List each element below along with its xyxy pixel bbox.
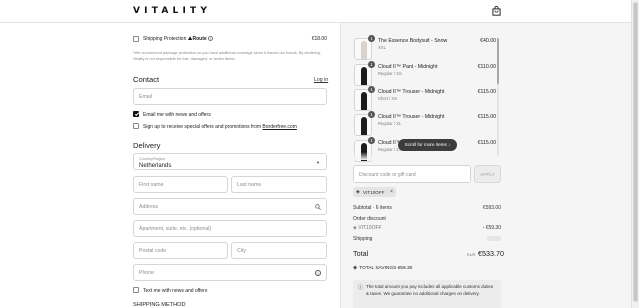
site-header: VITALITY	[0, 0, 639, 23]
total-label: Total	[353, 249, 369, 258]
product-price: €115.00	[477, 140, 496, 146]
shipping-protection-checkbox[interactable]	[133, 36, 139, 42]
city-placeholder: City	[237, 247, 246, 254]
email-news-checkbox[interactable]	[133, 111, 139, 117]
text-news-label: Text me with news and offers	[143, 287, 208, 294]
total-value: €533.70	[478, 249, 504, 258]
quantity-badge: 1	[368, 61, 375, 68]
subtotal-value: €593.00	[482, 205, 501, 211]
contact-heading: Contact	[133, 75, 160, 84]
shipping-value-placeholder	[487, 236, 501, 241]
last-name-placeholder: Last name	[237, 181, 262, 188]
product-price: €115.00	[477, 89, 496, 95]
cart-item: 1 Cloud II™ Pant - Midnight Regular / XS €1…	[354, 61, 496, 88]
cart-item: 1 Cloud II™ Trouser - Midnight Short / XS €…	[354, 86, 496, 113]
shipping-protection-label: Shipping Protection ⛰Route i	[143, 36, 214, 43]
product-variant: Regular / XL	[378, 121, 402, 126]
first-name-field[interactable]: First name	[133, 176, 228, 193]
shipping-protection-price: €18.00	[311, 36, 327, 42]
search-icon	[315, 203, 321, 210]
product-price: €115.00	[477, 114, 496, 120]
phone-placeholder: Phone	[139, 269, 155, 276]
items-fade	[350, 152, 500, 160]
borderfree-checkbox[interactable]	[133, 123, 139, 129]
quantity-badge: 1	[368, 35, 375, 42]
quantity-badge: 1	[368, 86, 375, 93]
discount-input[interactable]: Discount code or gift card	[353, 165, 471, 183]
product-name: Cloud II™ Trouser - Midnight	[378, 114, 445, 120]
duties-info-text: The total amount you pay includes all ap…	[366, 284, 494, 296]
postal-code-field[interactable]: Postal code	[133, 242, 228, 259]
applied-discount-tag: ◈ VIT10OFF ×	[353, 187, 396, 197]
product-variant: Short / XS	[378, 96, 398, 101]
first-name-placeholder: First name	[139, 181, 164, 188]
borderfree-link[interactable]: Borderfree.com	[262, 124, 296, 130]
phone-field[interactable]: Phone ?	[133, 264, 327, 281]
country-select[interactable]: Country/Region Netherlands ▼	[133, 153, 327, 170]
remove-discount-icon[interactable]: ×	[390, 189, 393, 195]
postal-code-placeholder: Postal code	[139, 247, 167, 254]
apartment-field[interactable]: Apartment, suite, etc. (optional)	[133, 220, 327, 237]
apply-button[interactable]: APPLY	[474, 165, 501, 183]
address-placeholder: Address	[139, 203, 159, 210]
cart-item: 1 The Essence Bodysuit - Snow XXL €40.00	[354, 35, 496, 62]
savings-tag-icon: ◈	[353, 265, 358, 271]
email-field[interactable]: Email	[133, 88, 327, 105]
info-icon: ⓘ	[358, 285, 364, 291]
order-discount-label: Order discount	[353, 216, 386, 222]
apartment-placeholder: Apartment, suite, etc. (optional)	[139, 225, 212, 232]
product-price: €110.00	[477, 64, 496, 70]
tag-icon: ◈	[356, 188, 360, 195]
product-variant: Regular / XS	[378, 71, 402, 76]
email-news-label: Email me with news and offers	[143, 111, 211, 118]
scroll-more-pill[interactable]: Scroll for more items ↓	[398, 139, 457, 151]
items-scrollbar[interactable]	[497, 38, 499, 156]
tag-icon: ◈	[353, 225, 357, 231]
text-news-checkbox[interactable]	[133, 287, 139, 293]
shipping-protection-row[interactable]: Shipping Protection ⛰Route i €18.00	[133, 35, 327, 45]
help-icon[interactable]: ?	[315, 269, 321, 276]
chevron-down-icon: ▼	[316, 160, 320, 165]
country-label: Country/Region	[139, 157, 166, 161]
quantity-badge: 1	[368, 137, 375, 144]
info-icon[interactable]: i	[208, 36, 214, 42]
email-placeholder: Email	[139, 93, 152, 100]
order-discount-value: - €59.30	[482, 225, 501, 231]
shopping-bag-icon[interactable]	[492, 6, 501, 16]
arrow-down-icon: ↓	[448, 142, 451, 147]
login-link[interactable]: Log in	[314, 77, 328, 83]
product-variant: XXL	[378, 45, 386, 50]
country-value: Netherlands	[139, 163, 172, 169]
discount-placeholder: Discount code or gift card	[359, 171, 416, 178]
city-field[interactable]: City	[231, 242, 327, 259]
product-name: Cloud II™ Trouser - Midnight	[378, 89, 445, 95]
duties-info-box: ⓘ The total amount you pay includes all …	[353, 280, 501, 308]
shipping-label: Shipping	[353, 236, 373, 242]
total-savings: ◈ TOTAL SAVINGS €59.30	[353, 265, 413, 271]
order-discount-code: ◈ VIT10OFF	[353, 225, 382, 231]
address-field[interactable]: Address	[133, 198, 327, 215]
protection-disclaimer: *We recommend package protection so you …	[133, 50, 321, 61]
delivery-heading: Delivery	[133, 141, 161, 150]
cart-item: 1 Cloud II™ Trouser - Midnight Regular / X…	[354, 111, 496, 138]
subtotal-label: Subtotal · 6 items	[353, 205, 392, 211]
product-price: €40.00	[480, 38, 496, 44]
last-name-field[interactable]: Last name	[231, 176, 327, 193]
brand-logo[interactable]: VITALITY	[133, 6, 211, 16]
quantity-badge: 1	[368, 111, 375, 118]
page-scrollbar[interactable]	[631, 0, 639, 308]
borderfree-label: Sign up to receive special offers and pr…	[143, 123, 297, 130]
product-name: The Essence Bodysuit - Snow	[378, 38, 448, 44]
applied-discount-code: VIT10OFF	[363, 189, 385, 195]
shipping-method-heading: SHIPPING METHOD	[133, 302, 186, 308]
total-currency: EUR	[467, 252, 476, 257]
product-name: Cloud II™ Pant - Midnight	[378, 64, 438, 70]
